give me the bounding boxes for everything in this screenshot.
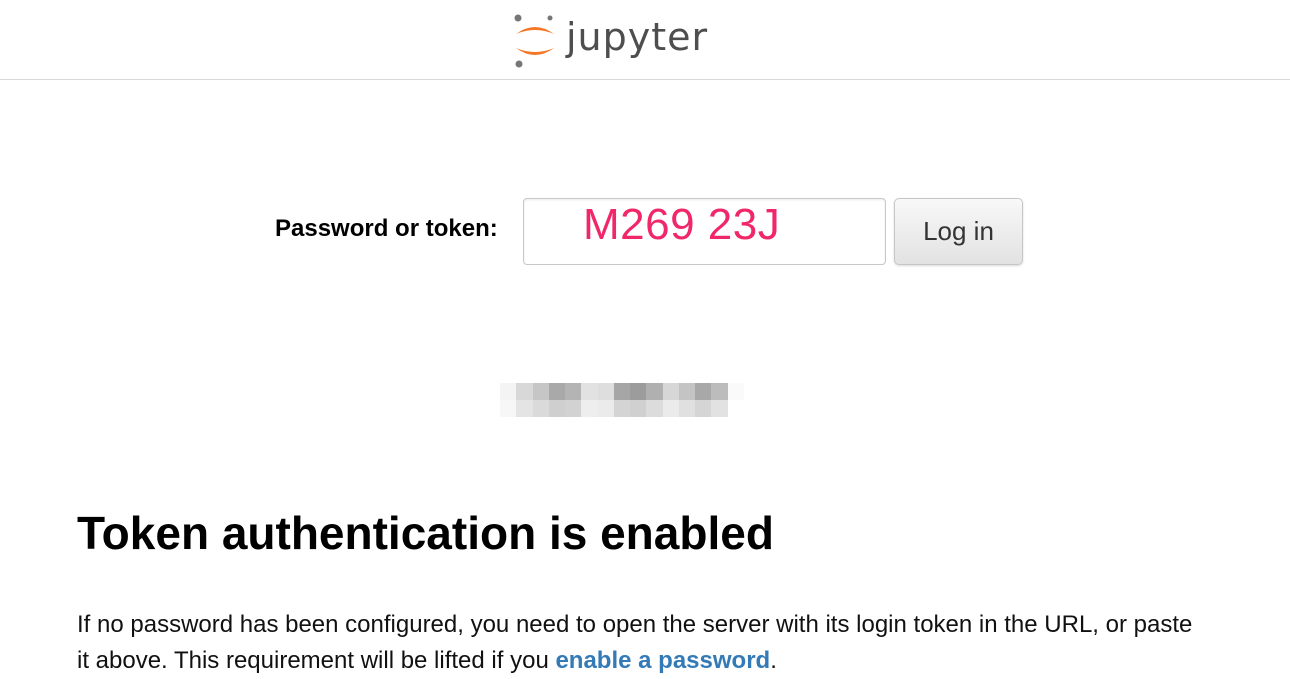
info-text-end: . (770, 647, 777, 674)
page-title: Token authentication is enabled (77, 507, 774, 559)
logo-text: jupyter (566, 15, 709, 59)
jupyter-logo-icon (514, 14, 554, 68)
info-paragraph: If no password has been configured, you … (77, 607, 1197, 679)
password-label: Password or token: (275, 215, 498, 242)
token-annotation: M269 23J (583, 200, 781, 249)
enable-password-link[interactable]: enable a password (555, 647, 770, 674)
jupyter-logo[interactable]: jupyter (510, 12, 708, 68)
redacted-text (500, 383, 760, 417)
header: jupyter (0, 0, 1290, 80)
login-form: Password or token: M269 23J Log in (0, 198, 1290, 266)
login-button[interactable]: Log in (894, 198, 1023, 265)
